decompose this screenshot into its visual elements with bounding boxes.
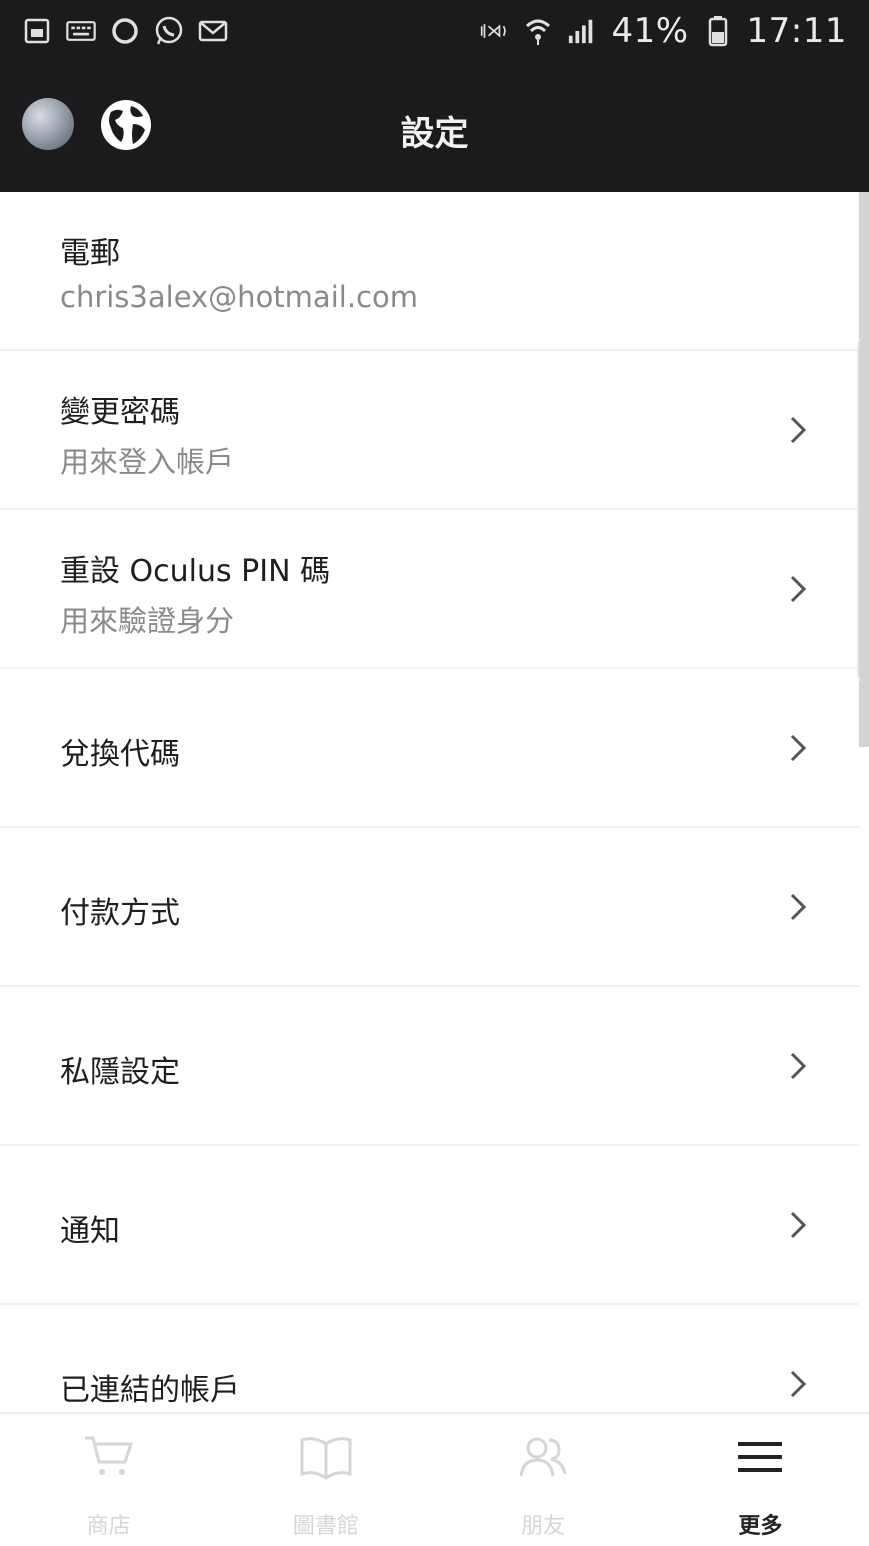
- nav-store[interactable]: 商店: [0, 1414, 217, 1546]
- wifi-icon: [523, 16, 553, 46]
- status-bar-notifications: [22, 16, 228, 46]
- nav-library-label: 圖書館: [292, 1514, 359, 1539]
- status-bar-system: 41% 17:11: [479, 11, 847, 51]
- nav-friends-label: 朋友: [521, 1514, 566, 1539]
- page-title: 設定: [400, 114, 469, 154]
- nav-library[interactable]: 圖書館: [217, 1414, 434, 1546]
- mail-icon: [198, 16, 228, 46]
- chevron-right-icon: [790, 893, 807, 921]
- payment-method-row[interactable]: 付款方式: [0, 828, 859, 987]
- chevron-right-icon: [790, 734, 807, 762]
- gallery-icon: [22, 16, 52, 46]
- change-password-row[interactable]: 變更密碼 用來登入帳戶: [0, 351, 859, 510]
- settings-list: 電郵 chris3alex@hotmail.com 變更密碼 用來登入帳戶 重設…: [0, 192, 859, 1464]
- app-bar: 設定: [0, 62, 869, 192]
- chevron-right-icon: [790, 1052, 807, 1080]
- edge-panel-handle[interactable]: [857, 335, 869, 685]
- email-value: chris3alex@hotmail.com: [60, 280, 418, 314]
- cart-icon: [84, 1436, 133, 1475]
- chevron-right-icon: [790, 575, 807, 603]
- battery-icon: [703, 16, 733, 47]
- friends-icon: [519, 1437, 567, 1477]
- redeem-code-row[interactable]: 兌換代碼: [0, 669, 859, 828]
- reset-pin-row[interactable]: 重設 Oculus PIN 碼 用來驗證身分: [0, 510, 859, 669]
- chevron-right-icon: [790, 416, 807, 444]
- signal-icon: [567, 16, 597, 46]
- payment-method-label: 付款方式: [60, 896, 180, 931]
- reset-pin-subtitle: 用來驗證身分: [60, 604, 235, 638]
- nav-store-label: 商店: [86, 1514, 131, 1539]
- email-row: 電郵 chris3alex@hotmail.com: [0, 192, 859, 351]
- chevron-right-icon: [790, 1370, 807, 1398]
- menu-icon: [738, 1442, 783, 1472]
- email-label: 電郵: [60, 236, 120, 271]
- keyboard-icon: [66, 16, 96, 46]
- nfc-mute-icon: [479, 16, 509, 46]
- nav-more-label: 更多: [738, 1514, 783, 1539]
- clock: 17:11: [746, 11, 847, 51]
- change-password-subtitle: 用來登入帳戶: [60, 445, 235, 479]
- nav-friends[interactable]: 朋友: [435, 1414, 652, 1546]
- nav-more[interactable]: 更多: [652, 1414, 869, 1546]
- status-bar: 41% 17:11: [0, 0, 869, 62]
- change-password-label: 變更密碼: [60, 395, 180, 430]
- notifications-row[interactable]: 通知: [0, 1146, 859, 1305]
- book-icon: [300, 1437, 352, 1480]
- app-frame: 41% 17:11 設定 電郵 chris3alex@hotmail.com 變…: [0, 0, 869, 1546]
- privacy-settings-row[interactable]: 私隱設定: [0, 987, 859, 1146]
- chevron-right-icon: [790, 1211, 807, 1239]
- whatsapp-icon: [154, 16, 184, 46]
- battery-percent: 41%: [611, 11, 689, 51]
- circle-icon: [110, 16, 140, 46]
- notifications-label: 通知: [60, 1214, 120, 1249]
- redeem-code-label: 兌換代碼: [60, 737, 180, 772]
- reset-pin-label: 重設 Oculus PIN 碼: [60, 554, 331, 589]
- linked-accounts-label: 已連結的帳戶: [60, 1373, 240, 1408]
- privacy-settings-label: 私隱設定: [60, 1055, 180, 1090]
- bottom-nav: 商店 圖書館 朋友 更多: [0, 1412, 869, 1546]
